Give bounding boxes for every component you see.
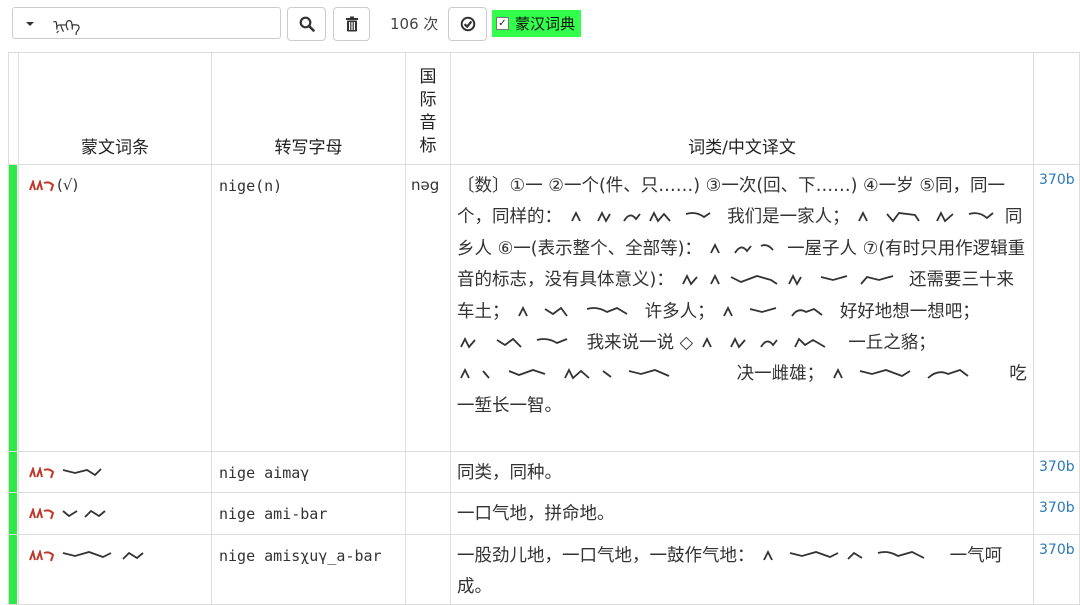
mongolian-script-icon [722,305,832,318]
def-text: 许多人； [644,301,715,322]
definition-cell: 一口气地，拼命地。 [450,492,1034,535]
page-ref-link[interactable]: 370b [1033,451,1080,493]
definition-cell: 同类，同种。 [450,451,1034,493]
select-all-button[interactable] [448,7,487,41]
ipa-cell: nəg [405,164,451,452]
definition-cell: 〔数〕①一 ②一个(件、只……) ③一次(回、下……) ④一岁 ⑤同，同一个，同… [450,164,1034,452]
dictionary-toggle[interactable]: ✓ 蒙汉词典 [492,10,582,37]
headword-cell [18,534,212,605]
mongolian-script-icon [681,274,901,287]
delete-button[interactable] [333,7,370,41]
translit-cell: nige aimaγ [211,451,406,493]
dropdown-button[interactable] [12,7,46,39]
def-text: 好好地想一想吧； [839,301,980,322]
headword-suffix: (√) [57,176,79,194]
def-text: 一口气地，拼命地。 [457,504,615,524]
translit-cell: nige(n) [211,164,406,452]
def-text: 一丘之貉； [848,333,936,354]
mongolian-script-icon [459,368,729,380]
toolbar: 106 次 ✓ 蒙汉词典 [0,0,1080,48]
translit-cell: nige amisχuγ_a-bar [211,534,406,605]
mongolian-script-icon [29,507,109,520]
header-page [1033,52,1080,165]
header-ipa: 国际音标 [405,52,451,165]
def-text: 我来说一说 ◇ [586,333,694,354]
dictionary-label: 蒙汉词典 [515,15,576,33]
mongolian-script-icon [29,466,109,479]
page-ref-link[interactable]: 370b [1033,534,1080,605]
table-row[interactable]: (√) nige(n) nəg 〔数〕①一 ②一个(件、只……) ③一次(回、下… [8,164,1080,452]
definition-cell: 一股劲儿地，一口气地，一鼓作气地： 一气呵成。 [450,534,1034,605]
header-translit: 转写字母 [211,52,406,165]
mongolian-script-icon [762,550,942,562]
search-input[interactable] [45,7,281,39]
check-circle-icon [460,16,475,32]
header-definition: 词类/中文译文 [450,52,1034,165]
def-text: 决一雌雄； [736,364,825,385]
translit-cell: nige ami-bar [211,492,406,535]
caret-down-icon [26,22,34,26]
ipa-cell [405,534,451,605]
mongolian-script-icon [29,179,55,192]
mongolian-script-icon [29,549,149,562]
row-marker [8,492,19,535]
ipa-cell [405,451,451,493]
mongolian-script-icon [570,211,720,224]
headword-cell: (√) [18,164,212,452]
mongolian-script-icon [832,368,1002,380]
def-text: 一股劲儿地，一口气地，一鼓作气地： [457,546,755,566]
checkbox-checked-icon[interactable]: ✓ [496,17,509,30]
row-marker [8,534,19,605]
header-headword: 蒙文词条 [18,52,212,165]
table-row[interactable]: nige aimaγ 同类，同种。 370b [8,451,1080,493]
results-table: 蒙文词条 转写字母 国际音标 词类/中文译文 (√) nige(n) nəg 〔… [8,52,1080,605]
headword-cell [18,451,212,493]
table-row[interactable]: nige ami-bar 一口气地，拼命地。 370b [8,492,1080,535]
search-button[interactable] [287,7,326,41]
mongolian-script-icon [709,242,779,255]
trash-icon [345,16,358,32]
headword-cell [18,492,212,535]
page-ref-link[interactable]: 370b [1033,164,1080,452]
row-marker [8,451,19,493]
def-text: 同类，同种。 [457,463,562,483]
page-ref-link[interactable]: 370b [1033,492,1080,535]
def-text: 我们是一家人； [727,207,850,228]
search-icon [299,16,315,32]
row-marker [8,164,19,452]
mongolian-script-icon [459,337,579,349]
header-spacer [8,52,19,165]
table-row[interactable]: nige amisχuγ_a-bar 一股劲儿地，一口气地，一鼓作气地： 一气呵… [8,534,1080,605]
header-ipa-label: 国际音标 [419,67,437,156]
mongolian-script-icon [857,211,997,223]
result-count: 106 次 [390,15,439,33]
mongolian-script-icon [517,305,637,318]
ipa-cell [405,492,451,535]
mongolian-script-icon [701,337,841,349]
